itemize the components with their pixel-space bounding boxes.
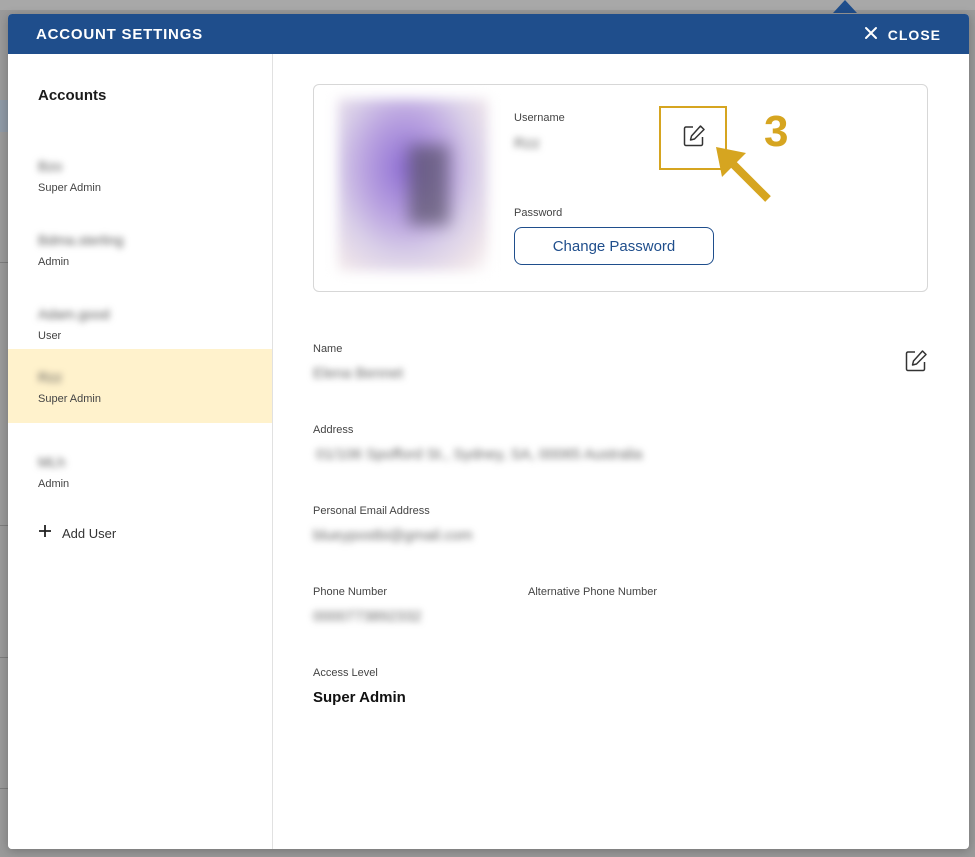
account-item[interactable]: MLh Admin <box>8 434 272 508</box>
account-role: User <box>38 330 62 342</box>
close-label: CLOSE <box>887 27 941 43</box>
access-level-value: Super Admin <box>313 689 406 706</box>
account-settings-modal: ACCOUNT SETTINGS CLOSE Accounts Bzo Supe… <box>8 14 969 849</box>
plus-icon <box>38 524 52 543</box>
username-value: Rzz <box>514 135 540 152</box>
address-label: Address <box>313 424 354 436</box>
background-divider <box>0 657 8 658</box>
background-divider <box>0 262 8 263</box>
name-value: Elena Bennet <box>313 365 404 382</box>
profile-card: Username Rzz 3 Password Change Password <box>313 84 928 292</box>
account-item-selected[interactable]: Rzz Super Admin <box>8 349 272 423</box>
account-name: Bdma.sterling <box>38 232 124 248</box>
account-details: Username Rzz 3 Password Change Password … <box>273 54 969 849</box>
access-level-label: Access Level <box>313 667 378 679</box>
name-label: Name <box>313 343 343 355</box>
account-role: Admin <box>38 478 70 490</box>
background-topbar <box>0 0 975 10</box>
close-button[interactable]: CLOSE <box>864 24 941 46</box>
email-value: blueypostbi@gmail.com <box>313 527 473 544</box>
accounts-sidebar: Accounts Bzo Super Admin Bdma.sterling A… <box>8 54 273 849</box>
modal-header: ACCOUNT SETTINGS CLOSE <box>8 14 969 54</box>
edit-details-button[interactable] <box>903 348 929 374</box>
avatar-overlay <box>409 145 449 225</box>
account-name: MLh <box>38 454 66 470</box>
account-item[interactable]: Bzo Super Admin <box>8 138 272 212</box>
account-item[interactable]: Bdma.sterling Admin <box>8 212 272 286</box>
account-name: Bzo <box>38 158 63 174</box>
add-user-button[interactable]: Add User <box>38 524 116 543</box>
address-value: 01/106 Spofford St., Sydney, SA, 00065 A… <box>316 446 643 463</box>
add-user-label: Add User <box>62 526 117 541</box>
phone-value: 0000773892332 <box>313 608 422 625</box>
alt-phone-label: Alternative Phone Number <box>528 586 658 598</box>
account-role: Admin <box>38 256 70 268</box>
account-role: Super Admin <box>38 393 101 405</box>
edit-icon <box>683 125 705 147</box>
account-role: Super Admin <box>38 182 101 194</box>
arrow-icon <box>716 147 771 202</box>
background-divider <box>0 525 8 526</box>
close-icon <box>864 26 878 45</box>
change-password-button[interactable]: Change Password <box>514 227 714 265</box>
username-label: Username <box>514 112 565 124</box>
background-divider <box>0 788 8 789</box>
sidebar-heading: Accounts <box>38 87 107 104</box>
password-label: Password <box>514 207 563 219</box>
account-name: Rzz <box>38 369 63 385</box>
modal-pointer <box>833 0 857 13</box>
phone-label: Phone Number <box>313 586 387 598</box>
modal-title: ACCOUNT SETTINGS <box>36 26 203 43</box>
edit-username-button[interactable] <box>681 123 707 149</box>
edit-icon <box>905 350 927 372</box>
account-name: Adam.good <box>38 306 110 322</box>
background-column <box>0 100 8 132</box>
email-label: Personal Email Address <box>313 505 430 517</box>
